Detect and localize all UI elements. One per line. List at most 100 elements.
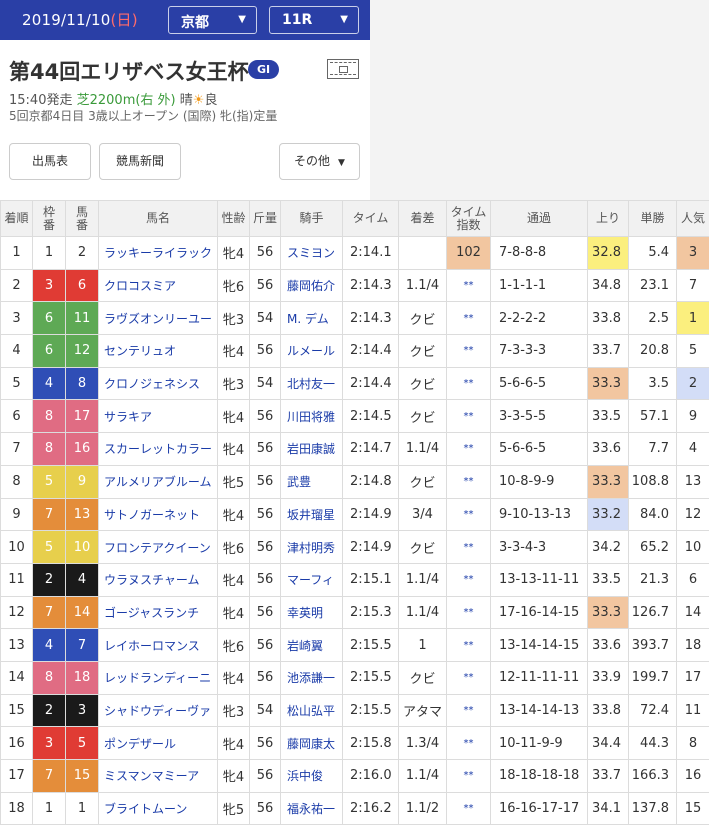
frame-number: 4 bbox=[32, 366, 66, 401]
race-number-label: 11R bbox=[282, 12, 313, 28]
jockey-link[interactable]: 津村明秀 bbox=[280, 530, 343, 564]
last-3f-time: 32.8 bbox=[587, 236, 629, 270]
horse-name-link[interactable]: センテリュオ bbox=[98, 334, 218, 368]
finish-time: 2:15.8 bbox=[342, 726, 399, 760]
last-3f-time: 33.3 bbox=[587, 464, 629, 499]
sex-age: 牝4 bbox=[217, 660, 250, 695]
jockey-link[interactable]: 藤岡康太 bbox=[280, 726, 343, 760]
table-row: 12 7 14 ゴージャスランチ 牝4 56 幸英明 2:15.3 1.1/4 ** 17-16-1… bbox=[0, 595, 709, 630]
finish-time: 2:16.2 bbox=[342, 791, 399, 826]
frame-number: 7 bbox=[32, 595, 66, 630]
horse-name-link[interactable]: サトノガーネット bbox=[98, 497, 218, 532]
finish-position: 16 bbox=[0, 726, 33, 760]
sex-age: 牝5 bbox=[217, 791, 250, 826]
last-3f-time: 34.4 bbox=[587, 726, 629, 760]
table-row: 17 7 15 ミスマンマミーア 牝4 56 浜中俊 2:16.0 1.1/4 ** 18-18-1… bbox=[0, 759, 709, 793]
horse-name-link[interactable]: ミスマンマミーア bbox=[98, 759, 218, 793]
finish-time: 2:14.3 bbox=[342, 301, 399, 336]
horse-name-link[interactable]: ラッキーライラック bbox=[98, 236, 218, 270]
horse-number: 3 bbox=[65, 693, 99, 728]
frame-number: 2 bbox=[32, 562, 66, 597]
frame-number: 5 bbox=[32, 464, 66, 499]
horse-name-link[interactable]: クロコスミア bbox=[98, 268, 218, 303]
horse-name-link[interactable]: ブライトムーン bbox=[98, 791, 218, 826]
popularity: 15 bbox=[676, 791, 709, 826]
horse-number: 6 bbox=[65, 268, 99, 303]
margin: アタマ bbox=[398, 693, 447, 728]
win-odds: 126.7 bbox=[628, 595, 677, 630]
time-index: 102 bbox=[446, 236, 491, 270]
table-row: 16 3 5 ポンデザール 牝4 56 藤岡康太 2:15.8 1.3/4 ** 10-11-9-9… bbox=[0, 726, 709, 760]
horse-name-link[interactable]: サラキア bbox=[98, 399, 218, 434]
time-index: ** bbox=[446, 334, 491, 368]
jockey-link[interactable]: 岩田康誠 bbox=[280, 432, 343, 466]
win-odds: 21.3 bbox=[628, 562, 677, 597]
last-3f-time: 33.5 bbox=[587, 399, 629, 434]
last-3f-time: 33.9 bbox=[587, 660, 629, 695]
race-conditions: 15:40発走 芝2200m(右 外) 晴☀良 bbox=[9, 93, 218, 108]
horse-name-link[interactable]: ウラヌスチャーム bbox=[98, 562, 218, 597]
finish-time: 2:14.8 bbox=[342, 464, 399, 499]
carried-weight: 56 bbox=[249, 268, 281, 303]
chevron-down-icon: ▼ bbox=[338, 158, 345, 168]
finish-position: 18 bbox=[0, 791, 33, 826]
horse-number: 17 bbox=[65, 399, 99, 434]
horse-name-link[interactable]: シャドウディーヴァ bbox=[98, 693, 218, 728]
other-menu-button[interactable]: その他 ▼ bbox=[279, 143, 360, 180]
table-row: 13 4 7 レイホーロマンス 牝6 56 岩崎翼 2:15.5 1 ** 13-14-14-15 3… bbox=[0, 628, 709, 662]
popularity: 10 bbox=[676, 530, 709, 564]
win-odds: 23.1 bbox=[628, 268, 677, 303]
horse-number: 5 bbox=[65, 726, 99, 760]
jockey-link[interactable]: 松山弘平 bbox=[280, 693, 343, 728]
win-odds: 5.4 bbox=[628, 236, 677, 270]
horse-name-link[interactable]: レイホーロマンス bbox=[98, 628, 218, 662]
jockey-link[interactable]: マーフィ bbox=[280, 562, 343, 597]
carried-weight: 56 bbox=[249, 726, 281, 760]
horse-name-link[interactable]: レッドランディーニ bbox=[98, 660, 218, 695]
horse-name-link[interactable]: ポンデザール bbox=[98, 726, 218, 760]
jockey-link[interactable]: 武豊 bbox=[280, 464, 343, 499]
jockey-link[interactable]: 岩崎翼 bbox=[280, 628, 343, 662]
column-header[interactable]: 着順 bbox=[0, 200, 33, 237]
jockey-link[interactable]: 藤岡佑介 bbox=[280, 268, 343, 303]
jockey-link[interactable]: 坂井瑠星 bbox=[280, 497, 343, 532]
jockey-link[interactable]: スミヨン bbox=[280, 236, 343, 270]
horse-name-link[interactable]: スカーレットカラー bbox=[98, 432, 218, 466]
finish-time: 2:15.5 bbox=[342, 660, 399, 695]
frame-number: 8 bbox=[32, 399, 66, 434]
popularity: 14 bbox=[676, 595, 709, 630]
horse-name-link[interactable]: フロンテアクイーン bbox=[98, 530, 218, 564]
finish-position: 1 bbox=[0, 236, 33, 270]
jockey-link[interactable]: 池添謙一 bbox=[280, 660, 343, 695]
corner-positions: 3-3-5-5 bbox=[490, 399, 588, 434]
jockey-link[interactable]: 川田将雅 bbox=[280, 399, 343, 434]
column-header: 通過 bbox=[490, 200, 588, 237]
win-odds: 199.7 bbox=[628, 660, 677, 695]
horse-name-link[interactable]: クロノジェネシス bbox=[98, 366, 218, 401]
column-header: タイム bbox=[342, 200, 399, 237]
win-odds: 393.7 bbox=[628, 628, 677, 662]
film-icon[interactable] bbox=[327, 59, 359, 79]
venue-select[interactable]: 京都 ▼ bbox=[168, 6, 257, 34]
column-header: 人気 bbox=[676, 200, 709, 237]
jockey-link[interactable]: ルメール bbox=[280, 334, 343, 368]
jockey-link[interactable]: M. デム bbox=[280, 301, 343, 336]
race-number-select[interactable]: 11R ▼ bbox=[269, 6, 359, 34]
horse-name-link[interactable]: ゴージャスランチ bbox=[98, 595, 218, 630]
jockey-link[interactable]: 幸英明 bbox=[280, 595, 343, 630]
win-odds: 84.0 bbox=[628, 497, 677, 532]
popularity: 12 bbox=[676, 497, 709, 532]
margin bbox=[398, 236, 447, 270]
margin: 1.1/4 bbox=[398, 432, 447, 466]
table-row: 11 2 4 ウラヌスチャーム 牝4 56 マーフィ 2:15.1 1.1/4 ** 13-13-1… bbox=[0, 562, 709, 597]
corner-positions: 7-8-8-8 bbox=[490, 236, 588, 270]
newspaper-button[interactable]: 競馬新聞 bbox=[99, 143, 181, 180]
popularity: 3 bbox=[676, 236, 709, 270]
entry-list-button[interactable]: 出馬表 bbox=[9, 143, 91, 180]
jockey-link[interactable]: 福永祐一 bbox=[280, 791, 343, 826]
frame-number: 5 bbox=[32, 530, 66, 564]
horse-name-link[interactable]: ラヴズオンリーユー bbox=[98, 301, 218, 336]
horse-name-link[interactable]: アルメリアブルーム bbox=[98, 464, 218, 499]
jockey-link[interactable]: 北村友一 bbox=[280, 366, 343, 401]
jockey-link[interactable]: 浜中俊 bbox=[280, 759, 343, 793]
